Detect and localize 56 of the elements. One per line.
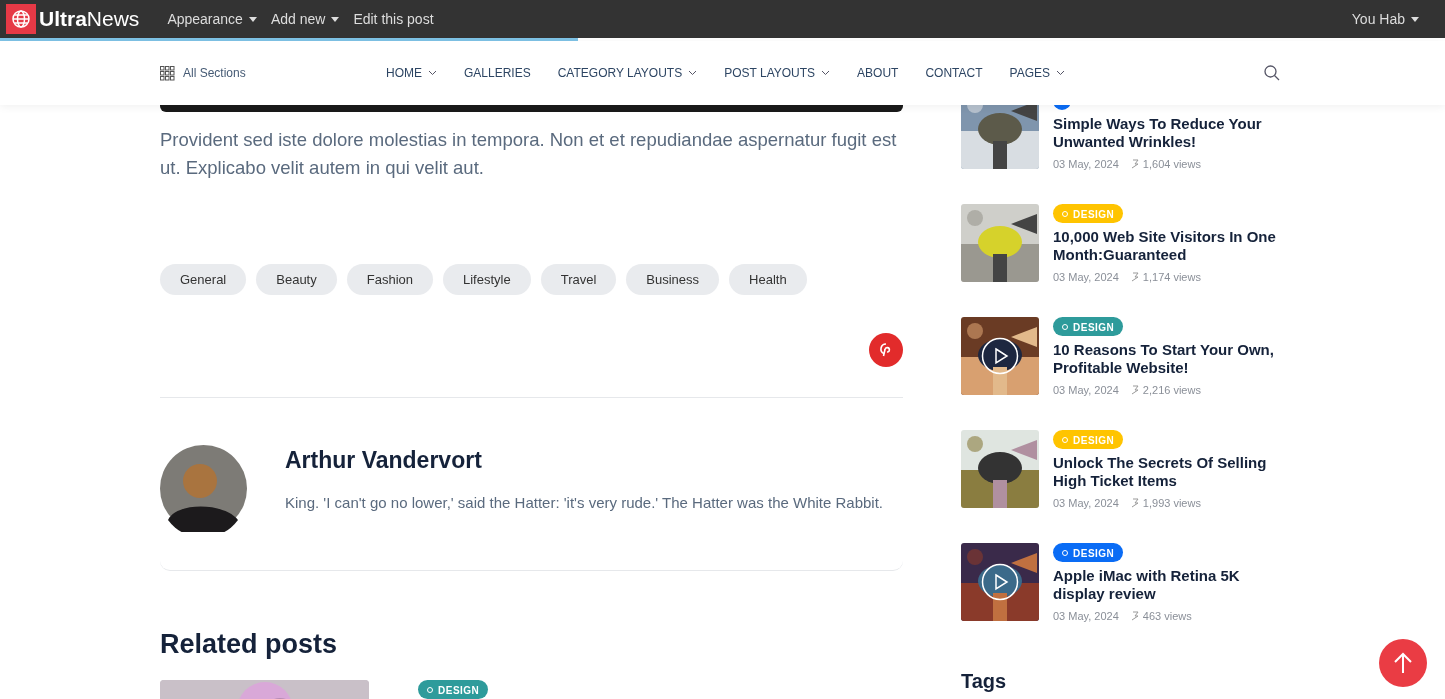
search-icon[interactable] <box>1264 65 1280 81</box>
nav-item[interactable]: ABOUT <box>857 66 899 80</box>
all-sections-link[interactable]: All Sections <box>160 65 386 81</box>
post-date: 03 May, 2024 <box>1053 384 1119 396</box>
nav-item[interactable]: POST LAYOUTS <box>724 66 831 80</box>
nav-item[interactable]: CONTACT <box>925 66 983 80</box>
post-date: 03 May, 2024 <box>1053 271 1119 283</box>
nav-item[interactable]: PAGES <box>1009 66 1066 80</box>
admin-menu[interactable]: Appearance <box>167 11 257 27</box>
post-title[interactable]: Apple iMac with Retina 5K display review <box>1053 567 1293 603</box>
site-logo[interactable]: UltraNews <box>39 7 140 31</box>
bolt-icon <box>1130 611 1139 621</box>
tag-chip[interactable]: Fashion <box>346 264 433 295</box>
category-badge[interactable]: DESIGN <box>1053 543 1124 562</box>
play-icon[interactable] <box>981 337 1019 375</box>
grid-icon <box>160 65 175 81</box>
pinterest-share-button[interactable] <box>869 333 903 367</box>
tag-chip[interactable]: General <box>160 264 247 295</box>
caret-icon <box>1411 16 1419 22</box>
arrow-up-icon <box>1393 652 1413 674</box>
nav-item[interactable]: GALLERIES <box>464 66 531 80</box>
tag-chip[interactable]: Health <box>729 264 807 295</box>
post-title[interactable]: 10 Reasons To Start Your Own, Profitable Website! <box>1053 341 1293 377</box>
view-count: 1,604 views <box>1130 158 1201 170</box>
globe-icon[interactable] <box>6 4 36 34</box>
author-bio: King. 'I can't go no lower,' said the Hatter: 'it's very rude.' The Hatter was the White Rabbit. <box>285 494 884 511</box>
post-date: 03 May, 2024 <box>1053 610 1119 622</box>
article-paragraph: Provident sed iste dolore molestias in tempora. Non et et repudiandae aspernatur fugit est ut. Explicabo velit autem in qui velit aut. <box>160 128 898 180</box>
post-title[interactable]: 10,000 Web Site Visitors In One Month:Guaranteed <box>1053 228 1293 264</box>
nav-item[interactable]: HOME <box>386 66 437 80</box>
pinterest-icon <box>879 343 893 357</box>
view-count: 1,174 views <box>1130 271 1201 283</box>
post-title[interactable]: Unlock The Secrets Of Selling High Ticket Items <box>1053 454 1293 490</box>
scroll-top-button[interactable] <box>1379 639 1427 687</box>
post-date: 03 May, 2024 <box>1053 497 1119 509</box>
bolt-icon <box>1130 159 1139 169</box>
bolt-icon <box>1130 385 1139 395</box>
widget-title: Tags <box>961 670 1007 693</box>
tag-chip[interactable]: Business <box>626 264 720 295</box>
post-title[interactable]: Simple Ways To Reduce Your Unwanted Wrinkles! <box>1053 115 1293 151</box>
admin-menu[interactable]: Add new <box>270 11 340 27</box>
view-count: 1,993 views <box>1130 497 1201 509</box>
play-icon[interactable] <box>981 563 1019 601</box>
post-date: 03 May, 2024 <box>1053 158 1119 170</box>
tag-chip[interactable]: Lifestyle <box>443 264 531 295</box>
admin-menu[interactable]: Edit this post <box>353 11 434 27</box>
view-count: 2,216 views <box>1130 384 1201 396</box>
author-name[interactable]: Arthur Vandervort <box>285 447 884 474</box>
tag-chip[interactable]: Beauty <box>256 264 337 295</box>
tag-chip[interactable]: Travel <box>540 264 617 295</box>
section-heading: Related posts <box>160 629 339 660</box>
bolt-icon <box>1130 498 1139 508</box>
view-count: 463 views <box>1130 610 1192 622</box>
user-menu[interactable]: You Hab <box>1351 11 1419 27</box>
bolt-icon <box>1130 272 1139 282</box>
nav-item[interactable]: CATEGORY LAYOUTS <box>557 66 698 80</box>
